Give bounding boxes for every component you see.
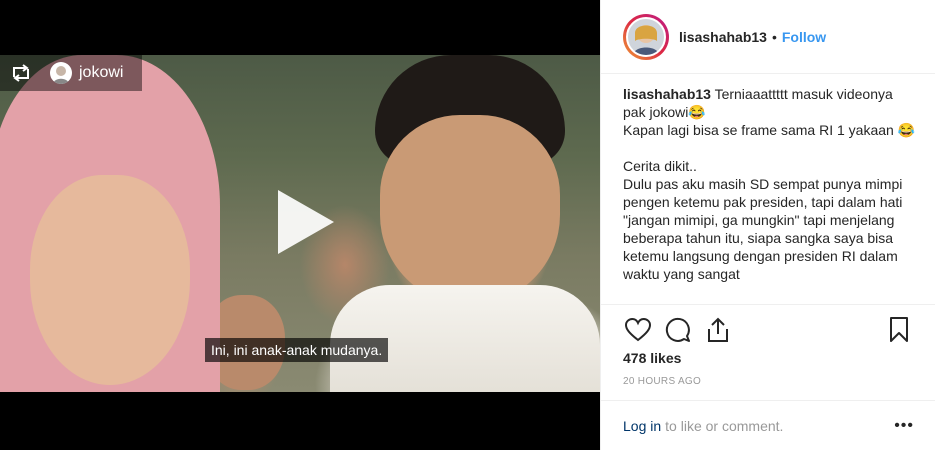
post-header: lisashahab13 • Follow [601, 0, 935, 74]
comment-footer: Log in to like or comment. ••• [601, 400, 935, 450]
bookmark-icon[interactable] [884, 315, 914, 345]
avatar[interactable] [626, 16, 666, 57]
caption-text: Terniaaattttt masuk videonya pak jokowi😂… [623, 86, 916, 282]
video-bg-shape [380, 115, 560, 305]
login-link[interactable]: Log in [623, 418, 661, 434]
post-timestamp[interactable]: 20 HOURS AGO [623, 376, 701, 387]
follow-button[interactable]: Follow [782, 29, 826, 45]
action-icons [623, 315, 743, 345]
login-prompt-text: to like or comment. [665, 417, 784, 434]
repost-icon [8, 62, 34, 84]
post-caption: lisashahab13 Terniaaattttt masuk videony… [623, 85, 919, 283]
caption-area: lisashahab13 Terniaaattttt masuk videony… [623, 85, 919, 301]
action-bar: 478 likes 20 HOURS AGO [601, 304, 935, 404]
repost-avatar [50, 62, 72, 84]
share-icon[interactable] [703, 315, 733, 345]
repost-username[interactable]: jokowi [79, 64, 123, 82]
more-options-icon[interactable]: ••• [894, 417, 914, 435]
comment-icon[interactable] [663, 315, 693, 345]
like-count[interactable]: 478 likes [623, 350, 681, 366]
header-username[interactable]: lisashahab13 [679, 29, 767, 45]
instagram-post: jokowi Ini, ini anak-anak mudanya. lisas… [0, 0, 935, 450]
play-icon [278, 190, 334, 254]
separator-dot: • [771, 28, 777, 45]
video-bg-shape [30, 175, 190, 385]
caption-username[interactable]: lisashahab13 [623, 86, 711, 102]
repost-badge[interactable]: jokowi [0, 55, 142, 91]
heart-icon[interactable] [623, 315, 653, 345]
media-area: jokowi Ini, ini anak-anak mudanya. [0, 0, 600, 450]
video-subtitle: Ini, ini anak-anak mudanya. [205, 338, 389, 362]
story-ring[interactable] [623, 13, 669, 60]
play-button[interactable] [268, 186, 340, 258]
post-side-panel: lisashahab13 • Follow lisashahab13 Terni… [600, 0, 935, 450]
